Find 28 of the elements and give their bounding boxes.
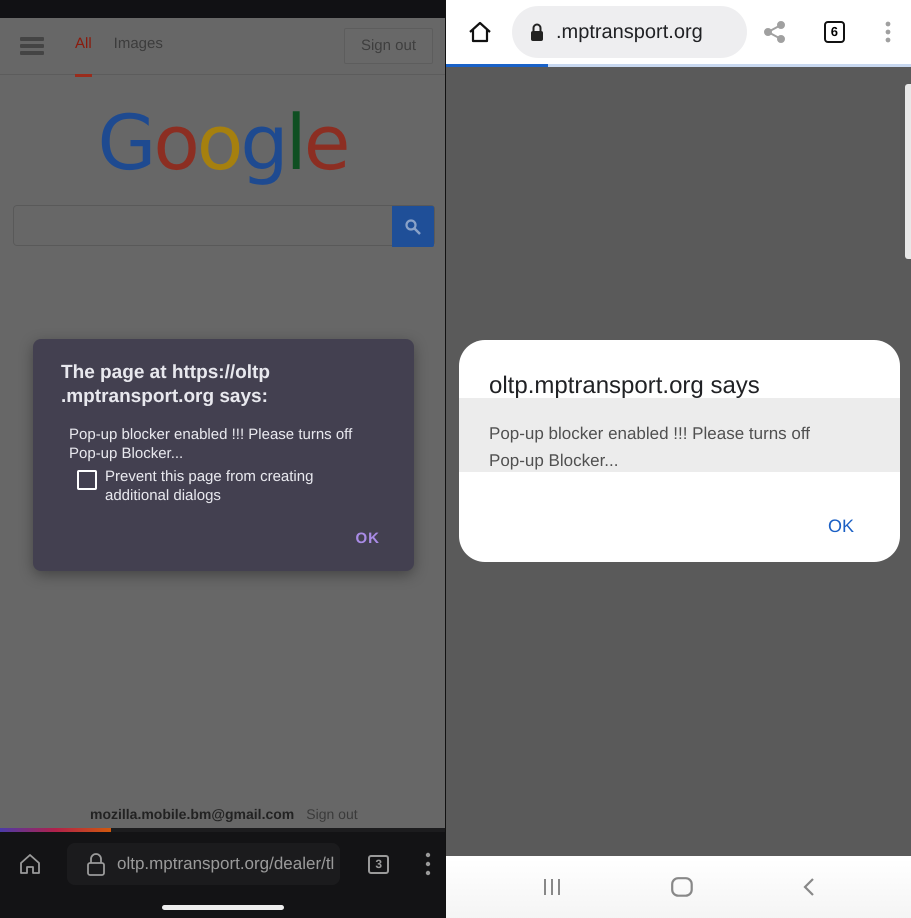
dialog-title: oltp.mptransport.org says: [488, 371, 761, 398]
url-bar[interactable]: oltp.mptransport.org/dealer/tl: [67, 843, 340, 885]
dialog-title: The page at https://oltp .mptransport.org says:: [61, 361, 271, 409]
menu-icon[interactable]: [20, 37, 44, 55]
scrollbar[interactable]: [905, 84, 911, 259]
url-text: .mptransport.org: [556, 20, 703, 45]
search-field[interactable]: [13, 205, 435, 246]
search-icon: [405, 218, 421, 234]
dialog-message: Pop-up blocker enabled !!! Please turns off Pop-up Blocker...: [69, 425, 354, 463]
url-bar[interactable]: .mptransport.org: [512, 6, 747, 58]
more-icon[interactable]: [425, 852, 431, 876]
tab-count-button[interactable]: 6: [824, 21, 845, 43]
recent-apps-icon[interactable]: [542, 878, 560, 896]
home-icon[interactable]: [18, 852, 42, 876]
dialog-message: Pop-up blocker enabled !!! Please turns off Pop-up Blocker...: [459, 398, 900, 472]
checkbox[interactable]: [77, 470, 97, 490]
home-icon[interactable]: [468, 20, 492, 44]
ok-button[interactable]: OK: [350, 527, 386, 552]
checkbox-label: Prevent this page from creating additional dialogs: [105, 467, 314, 505]
lock-icon: [87, 852, 105, 876]
lock-icon: [530, 23, 544, 41]
ok-button[interactable]: OK: [822, 512, 860, 541]
tab-count-button[interactable]: 3: [368, 854, 389, 874]
share-icon[interactable]: [764, 21, 786, 43]
account-email: mozilla.mobile.bm@gmail.com: [90, 806, 294, 822]
back-icon[interactable]: [802, 877, 814, 897]
url-text: oltp.mptransport.org/dealer/tl: [117, 853, 334, 876]
search-button[interactable]: [392, 206, 434, 247]
